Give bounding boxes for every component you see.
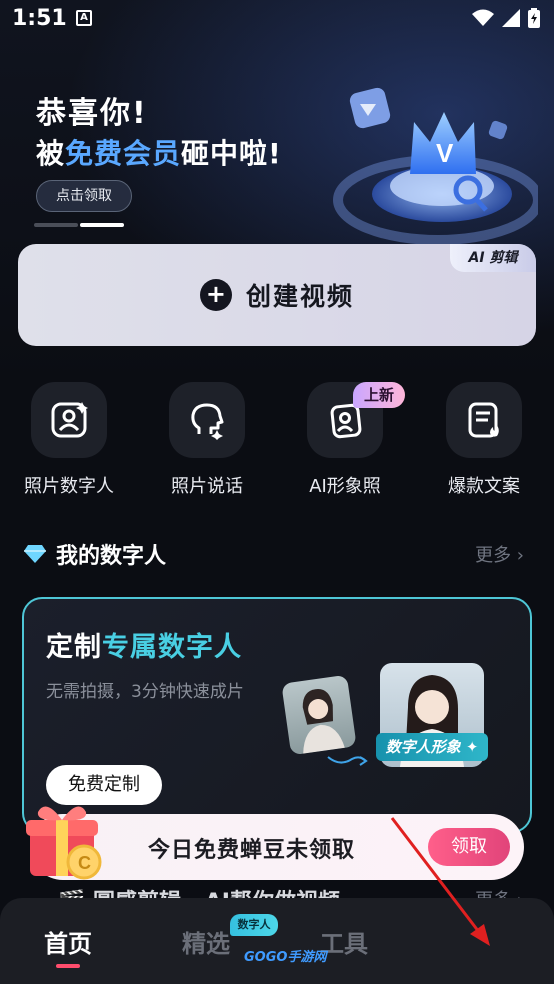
tab-home[interactable]: 首页 <box>44 924 92 959</box>
more-link[interactable]: 更多 › <box>475 541 524 567</box>
tool-photo-talk[interactable]: 照片说话 <box>147 382 267 498</box>
tool-photo-avatar[interactable]: 照片数字人 <box>9 382 129 498</box>
digital-human-badge: 数字人 <box>230 914 278 936</box>
photo-avatar-icon <box>31 382 107 458</box>
tool-hot-copy[interactable]: 爆款文案 <box>424 382 544 498</box>
status-time: 1:51 <box>12 6 67 31</box>
signal-icon <box>502 9 520 27</box>
status-icons <box>472 8 540 28</box>
active-tab-indicator <box>56 964 80 968</box>
tool-label: 照片数字人 <box>24 476 114 497</box>
digital-human-tag: 数字人形象 ✦ <box>376 733 488 761</box>
wifi-icon <box>472 9 494 26</box>
plus-icon: + <box>199 279 232 311</box>
bottom-tab-bar: 首页 精选 数字人 工具 <box>0 898 554 984</box>
claim-button[interactable]: 点击领取 <box>36 180 132 212</box>
svg-text:C: C <box>78 853 91 873</box>
section-title: 我的数字人 <box>56 544 167 569</box>
banner-title: 恭喜你! <box>36 96 148 131</box>
custom-card-subtitle: 无需拍摄，3分钟快速成片 <box>46 682 244 702</box>
vip-crown-illustration: V <box>333 87 538 245</box>
new-badge: 上新 <box>353 382 405 408</box>
talking-head-icon <box>169 382 245 458</box>
status-bar: 1:51 A <box>0 0 554 40</box>
tool-ai-portrait[interactable]: 上新 AI形象照 <box>285 382 405 498</box>
create-video-card[interactable]: + 创建视频 AI 剪辑 <box>18 244 536 346</box>
tab-picks[interactable]: 精选 <box>182 924 230 959</box>
transform-arrow-icon <box>327 756 368 766</box>
coin-banner-text: 今日免费蝉豆未领取 <box>148 838 356 863</box>
svg-text:V: V <box>436 138 454 168</box>
custom-card-title: 定制专属数字人 <box>46 632 242 663</box>
gift-box-icon: C <box>26 806 102 880</box>
banner-pager <box>34 223 124 227</box>
tab-tools[interactable]: 工具 <box>320 924 368 959</box>
ai-edit-tag: AI 剪辑 <box>450 244 536 272</box>
tool-label: AI形象照 <box>309 476 381 497</box>
diamond-icon <box>24 545 46 563</box>
watermark-logo: GOGO手游网 <box>244 950 327 965</box>
tool-label: 爆款文案 <box>448 476 520 497</box>
battery-icon <box>528 8 540 28</box>
create-video-label: 创建视频 <box>245 282 354 311</box>
notification-icon: A <box>76 10 92 26</box>
claim-coin-button[interactable]: 领取 <box>428 828 510 866</box>
my-digital-human-header: 我的数字人 <box>24 538 166 570</box>
tool-label: 照片说话 <box>171 476 243 497</box>
sample-photo-thumbnail <box>281 674 357 756</box>
banner-subtitle: 被免费会员砸中啦! <box>36 137 282 170</box>
hot-copy-icon <box>446 382 522 458</box>
